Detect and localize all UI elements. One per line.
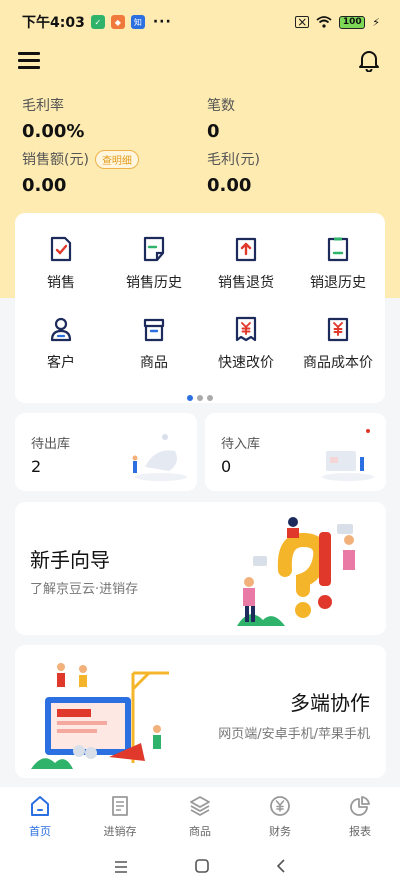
system-navigation-bar — [0, 847, 400, 888]
stat-label: 毛利率 — [22, 98, 64, 114]
stat-gross-margin-rate: 毛利率 0.00% — [22, 95, 84, 142]
stat-count: 笔数 0 — [207, 95, 235, 142]
promo-title: 新手向导 — [30, 548, 110, 572]
tab-inventory[interactable]: 进销存 — [80, 787, 160, 847]
grid-item-sales-history[interactable]: 销售历史 — [108, 236, 200, 306]
app-header — [0, 44, 400, 80]
newbie-guide-card[interactable]: 新手向导 了解京豆云·进销存 — [15, 502, 386, 635]
stat-label: 笔数 — [207, 98, 235, 114]
grid-item-product[interactable]: 商品 — [108, 316, 200, 386]
notification-shop-icon: ◆ — [110, 15, 125, 29]
cost-price-icon — [327, 317, 349, 342]
stock-value: 0 — [221, 457, 232, 476]
more-notifications-icon: ··· — [152, 14, 172, 30]
stat-label: 销售额(元) — [22, 152, 89, 168]
wifi-icon — [316, 16, 332, 28]
status-time: 下午4:03 — [22, 15, 85, 31]
stat-value: 0 — [207, 121, 220, 142]
stat-sales-amount: 销售额(元) 查明细 0.00 — [22, 149, 139, 196]
tab-home[interactable]: 首页 — [0, 787, 80, 847]
grid-item-label: 销退历史 — [310, 275, 366, 291]
tab-label: 首页 — [29, 825, 51, 838]
tab-reports[interactable]: 报表 — [320, 787, 400, 847]
tab-label: 报表 — [349, 825, 371, 838]
tab-label: 财务 — [269, 825, 291, 838]
pending-outbound-card[interactable]: 待出库 2 — [15, 413, 197, 491]
promo-subtitle: 了解京豆云·进销存 — [30, 582, 139, 597]
grid-item-label: 销售 — [47, 275, 75, 291]
collaboration-illustration — [31, 663, 169, 769]
pending-inbound-card[interactable]: 待入库 0 — [205, 413, 386, 491]
grid-item-label: 商品成本价 — [303, 355, 373, 371]
view-details-button[interactable]: 查明细 — [94, 149, 139, 169]
stock-label: 待入库 — [221, 437, 261, 452]
stat-value: 0.00 — [207, 175, 252, 196]
yuan-icon — [270, 796, 290, 816]
home-icon — [31, 796, 49, 816]
grid-item-label: 商品 — [140, 355, 168, 371]
status-bar: 下午4:03 ✓ ◆ 知 ··· × 100 ⚡ — [0, 0, 400, 44]
inbound-illustration — [322, 429, 374, 481]
guide-illustration — [237, 517, 355, 626]
battery-icon: 100 — [339, 15, 366, 29]
grid-item-label: 快速改价 — [218, 355, 274, 371]
grid-item-label: 销售历史 — [126, 275, 182, 291]
notification-zhihu-icon: 知 — [130, 15, 145, 29]
sales-return-icon — [235, 237, 257, 262]
stat-label: 毛利(元) — [207, 152, 260, 168]
charging-icon: ⚡ — [372, 15, 380, 29]
no-sim-icon: × — [295, 15, 310, 29]
function-grid-card: 销售 销售历史 销售退货 销退历史 客户 商品 快速改价 商品成本价 — [15, 213, 385, 403]
stat-gross-profit: 毛利(元) 0.00 — [207, 149, 260, 196]
menu-icon[interactable] — [18, 52, 40, 70]
home-nav-icon[interactable] — [195, 858, 209, 877]
stock-label: 待出库 — [31, 437, 71, 452]
grid-item-return-history[interactable]: 销退历史 — [292, 236, 384, 306]
customer-icon — [50, 317, 72, 342]
grid-item-label: 销售退货 — [218, 275, 274, 291]
recent-apps-icon[interactable] — [114, 858, 128, 877]
stock-value: 2 — [31, 457, 42, 476]
pie-chart-icon — [350, 796, 370, 816]
tab-products[interactable]: 商品 — [160, 787, 240, 847]
tab-label: 商品 — [189, 825, 211, 838]
promo-subtitle: 网页端/安卓手机/苹果手机 — [218, 727, 370, 742]
tab-label: 进销存 — [103, 825, 137, 838]
return-history-icon — [327, 237, 349, 262]
sales-history-icon — [143, 236, 165, 262]
stat-value: 0.00% — [22, 121, 85, 142]
bottom-tab-bar: 首页 进销存 商品 财务 报表 — [0, 787, 400, 847]
promo-title: 多端协作 — [290, 691, 370, 715]
back-icon[interactable] — [276, 858, 286, 877]
tab-finance[interactable]: 财务 — [240, 787, 320, 847]
grid-item-customer[interactable]: 客户 — [15, 316, 107, 386]
notification-app-icon: ✓ — [90, 15, 105, 29]
layers-icon — [190, 796, 210, 816]
bell-icon[interactable] — [358, 48, 380, 73]
grid-item-cost-price[interactable]: 商品成本价 — [292, 316, 384, 386]
page-indicator — [15, 386, 385, 405]
grid-item-label: 客户 — [47, 355, 75, 371]
quick-price-icon — [235, 316, 257, 342]
outbound-illustration — [132, 434, 187, 481]
grid-item-quick-price[interactable]: 快速改价 — [200, 316, 292, 386]
grid-item-sales[interactable]: 销售 — [15, 236, 107, 306]
sales-doc-icon — [50, 236, 72, 262]
product-box-icon — [143, 318, 165, 342]
multi-device-card[interactable]: 多端协作 网页端/安卓手机/苹果手机 — [15, 645, 386, 778]
stat-value: 0.00 — [22, 175, 67, 196]
grid-item-sales-return[interactable]: 销售退货 — [200, 236, 292, 306]
document-icon — [112, 796, 128, 816]
